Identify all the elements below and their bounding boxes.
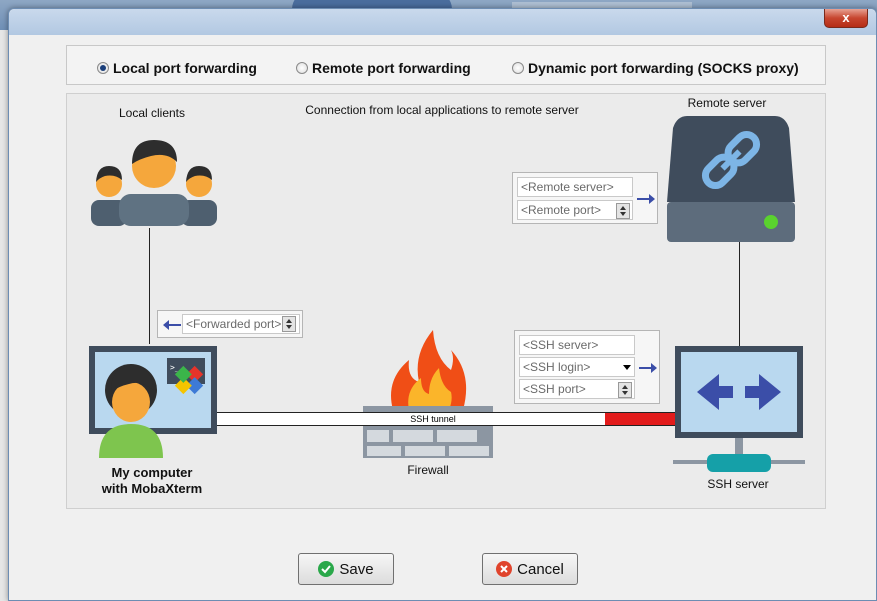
connector-line — [739, 242, 740, 348]
save-button[interactable]: Save — [298, 553, 394, 585]
ssh-tunnel-dialog: x Local port forwarding Remote port forw… — [8, 8, 877, 601]
save-check-icon — [318, 561, 335, 577]
radio-dot[interactable] — [512, 62, 524, 74]
forwarded-port-fields: <Forwarded port> — [157, 310, 303, 338]
firewall-label: Firewall — [407, 463, 449, 477]
radio-dot[interactable] — [296, 62, 308, 74]
local-clients-label: Local clients — [118, 106, 186, 120]
connector-line — [149, 228, 150, 344]
chevron-down-icon[interactable] — [623, 365, 631, 370]
arrow-left-icon — [163, 320, 181, 330]
radio-label: Local port forwarding — [113, 60, 257, 76]
forwarding-mode-group: Local port forwarding Remote port forwar… — [66, 45, 826, 85]
radio-label: Remote port forwarding — [312, 60, 471, 76]
ssh-server-input[interactable]: <SSH server> — [519, 335, 635, 355]
forwarding-diagram: Connection from local applications to re… — [66, 93, 826, 509]
ssh-port-stepper[interactable] — [618, 382, 632, 398]
my-computer-label-line1: My computer — [111, 465, 193, 480]
ssh-server-label: SSH server — [707, 477, 769, 491]
radio-dynamic-port-forwarding[interactable]: Dynamic port forwarding (SOCKS proxy) — [512, 60, 799, 76]
firewall-icon — [363, 330, 493, 458]
radio-dot-selected[interactable] — [97, 62, 109, 74]
radio-local-port-forwarding[interactable]: Local port forwarding — [97, 60, 257, 76]
my-computer-label-line2: with MobaXterm — [101, 481, 203, 496]
svg-text:>_: >_ — [170, 363, 180, 372]
cancel-x-icon — [496, 561, 513, 577]
arrow-right-icon — [637, 194, 655, 204]
computer-mobaxterm-icon: >_ — [89, 346, 217, 458]
remote-server-label: Remote server — [687, 96, 767, 110]
radio-label: Dynamic port forwarding (SOCKS proxy) — [528, 60, 799, 76]
cancel-button[interactable]: Cancel — [482, 553, 578, 585]
cancel-button-label: Cancel — [517, 560, 564, 578]
close-button[interactable]: x — [824, 9, 868, 28]
ssh-tunnel-segment — [605, 413, 677, 425]
ssh-login-select[interactable]: <SSH login> — [519, 357, 635, 377]
remote-server-input[interactable]: <Remote server> — [517, 177, 633, 197]
diagram-title: Connection from local applications to re… — [305, 103, 579, 117]
arrow-right-icon — [639, 363, 657, 373]
ssh-tunnel-label: SSH tunnel — [410, 414, 456, 424]
forwarded-port-stepper[interactable] — [282, 316, 296, 332]
remote-port-stepper[interactable] — [616, 203, 630, 219]
server-link-icon — [667, 116, 795, 242]
users-icon — [91, 140, 217, 226]
title-bar: x — [9, 9, 876, 35]
dialog-body: Local port forwarding Remote port forwar… — [13, 35, 872, 598]
ssh-server-icon — [673, 346, 805, 472]
radio-remote-port-forwarding[interactable]: Remote port forwarding — [296, 60, 471, 76]
save-button-label: Save — [339, 560, 374, 578]
